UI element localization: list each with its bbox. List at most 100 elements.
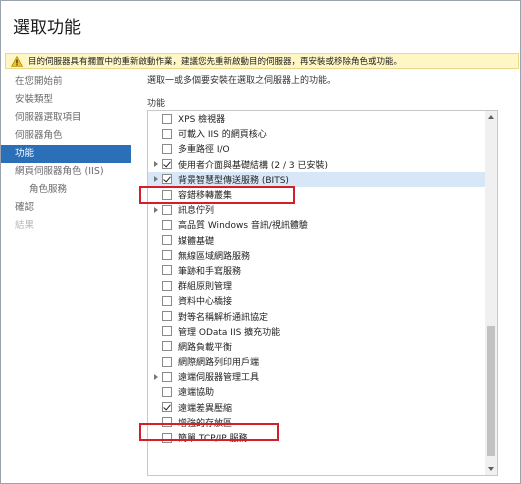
feature-row[interactable]: XPS 檢視器 xyxy=(148,111,486,126)
feature-label: 遠端協助 xyxy=(178,388,215,399)
feature-checkbox[interactable] xyxy=(162,250,172,261)
feature-label: 筆跡和手寫服務 xyxy=(178,266,242,277)
features-scrollbar[interactable] xyxy=(485,110,498,476)
sidebar-step-3[interactable]: 伺服器角色 xyxy=(1,127,131,145)
expand-arrow-icon[interactable] xyxy=(150,172,162,187)
feature-checkbox[interactable] xyxy=(162,432,172,443)
feature-checkbox[interactable] xyxy=(162,386,172,397)
feature-row[interactable]: 筆跡和手寫服務 xyxy=(148,263,486,278)
sidebar-step-1[interactable]: 安裝類型 xyxy=(1,91,131,109)
feature-row[interactable]: 遠端協助 xyxy=(148,384,486,399)
feature-row[interactable]: 容錯移轉叢集 xyxy=(148,187,486,202)
sidebar-step-7[interactable]: 確認 xyxy=(1,199,131,217)
feature-checkbox[interactable] xyxy=(162,113,172,124)
feature-checkbox[interactable] xyxy=(162,326,172,337)
feature-checkbox[interactable] xyxy=(162,295,172,306)
feature-label: 媒體基礎 xyxy=(178,236,215,247)
feature-checkbox[interactable] xyxy=(162,341,172,352)
feature-checkbox[interactable] xyxy=(162,204,172,215)
feature-checkbox[interactable] xyxy=(162,219,172,230)
feature-row[interactable]: 對等名稱解析通訊協定 xyxy=(148,308,486,323)
feature-checkbox[interactable] xyxy=(162,371,172,382)
feature-checkbox[interactable] xyxy=(162,189,172,200)
feature-rows: XPS 檢視器 可載入 IIS 的網頁核心多重路徑 I/O 使用者介面與基礎結構 (… xyxy=(148,111,486,445)
feature-checkbox[interactable] xyxy=(162,311,172,322)
wizard-window: 選取功能 目的伺服器具有擱置中的重新啟動作業，建議您先重新啟動目的伺服器，再安裝… xyxy=(0,0,521,484)
warning-text: 目的伺服器具有擱置中的重新啟動作業，建議您先重新啟動目的伺服器，再安裝或移除角色… xyxy=(28,57,403,67)
feature-label: 管理 OData IIS 擴充功能 xyxy=(178,327,281,338)
feature-label: 遠端差異壓縮 xyxy=(178,403,233,414)
feature-checkbox[interactable] xyxy=(162,280,172,291)
feature-row[interactable]: 無線區域網路服務 xyxy=(148,248,486,263)
feature-row[interactable]: 網際網路列印用戶端 xyxy=(148,354,486,369)
features-description: 選取一或多個要安裝在選取之伺服器上的功能。 xyxy=(147,76,337,86)
feature-checkbox[interactable] xyxy=(162,265,172,276)
feature-checkbox[interactable] xyxy=(162,356,172,367)
feature-row[interactable]: 媒體基礎 xyxy=(148,233,486,248)
feature-label: 群組原則管理 xyxy=(178,282,233,293)
feature-row[interactable]: 使用者介面與基礎結構 (2 / 3 已安裝) xyxy=(148,157,486,172)
feature-checkbox[interactable] xyxy=(162,402,172,413)
sidebar-step-8[interactable]: 結果 xyxy=(1,217,131,235)
feature-row[interactable]: 遠端差異壓縮 xyxy=(148,400,486,415)
feature-label: 增強的存放區 xyxy=(178,418,233,429)
feature-label: XPS 檢視器 xyxy=(178,115,226,126)
feature-checkbox[interactable] xyxy=(162,174,172,185)
feature-checkbox[interactable] xyxy=(162,143,172,154)
feature-checkbox[interactable] xyxy=(162,235,172,246)
feature-label: 背景智慧型傳送服務 (BITS) xyxy=(178,175,289,186)
sidebar-step-4[interactable]: 功能 xyxy=(1,145,131,163)
feature-row[interactable]: 多重路徑 I/O xyxy=(148,141,486,156)
sidebar-step-2[interactable]: 伺服器選取項目 xyxy=(1,109,131,127)
feature-row[interactable]: 可載入 IIS 的網頁核心 xyxy=(148,126,486,141)
features-list[interactable]: XPS 檢視器 可載入 IIS 的網頁核心多重路徑 I/O 使用者介面與基礎結構 (… xyxy=(147,110,487,476)
warning-banner: 目的伺服器具有擱置中的重新啟動作業，建議您先重新啟動目的伺服器，再安裝或移除角色… xyxy=(5,53,519,69)
feature-row[interactable]: 遠端伺服器管理工具 xyxy=(148,369,486,384)
feature-row[interactable]: 高品質 Windows 音訊/視訊體驗 xyxy=(148,217,486,232)
feature-checkbox[interactable] xyxy=(162,128,172,139)
sidebar-step-0[interactable]: 在您開始前 xyxy=(1,73,131,91)
feature-label: 遠端伺服器管理工具 xyxy=(178,373,260,384)
expand-arrow-icon[interactable] xyxy=(150,369,162,384)
feature-label: 網際網路列印用戶端 xyxy=(178,358,260,369)
feature-row[interactable]: 訊息佇列 xyxy=(148,202,486,217)
scroll-thumb[interactable] xyxy=(487,326,495,456)
sidebar-step-6[interactable]: 角色服務 xyxy=(1,181,131,199)
feature-label: 資料中心橋接 xyxy=(178,297,233,308)
feature-row[interactable]: 增強的存放區 xyxy=(148,415,486,430)
feature-row[interactable]: 簡單 TCP/IP 服務 xyxy=(148,430,486,445)
feature-row[interactable]: 管理 OData IIS 擴充功能 xyxy=(148,324,486,339)
expand-arrow-icon[interactable] xyxy=(150,202,162,217)
feature-checkbox[interactable] xyxy=(162,159,172,170)
scroll-down-arrow-icon[interactable] xyxy=(485,463,497,475)
feature-row[interactable]: 群組原則管理 xyxy=(148,278,486,293)
feature-checkbox[interactable] xyxy=(162,417,172,428)
feature-row[interactable]: 資料中心橋接 xyxy=(148,293,486,308)
wizard-steps: 在您開始前 安裝類型 伺服器選取項目 伺服器角色 功能 網頁伺服器角色 (IIS) 角色服務… xyxy=(1,73,131,273)
feature-label: 無線區域網路服務 xyxy=(178,251,251,262)
scroll-up-arrow-icon[interactable] xyxy=(485,111,497,123)
feature-label: 網路負載平衡 xyxy=(178,342,233,353)
expand-arrow-icon[interactable] xyxy=(150,157,162,172)
feature-row[interactable]: 網路負載平衡 xyxy=(148,339,486,354)
feature-label: 容錯移轉叢集 xyxy=(178,191,233,202)
sidebar-step-5[interactable]: 網頁伺服器角色 (IIS) xyxy=(1,163,131,181)
feature-label: 多重路徑 I/O xyxy=(178,145,230,156)
feature-row[interactable]: 背景智慧型傳送服務 (BITS) xyxy=(148,171,486,187)
features-label: 功能 xyxy=(147,99,166,109)
